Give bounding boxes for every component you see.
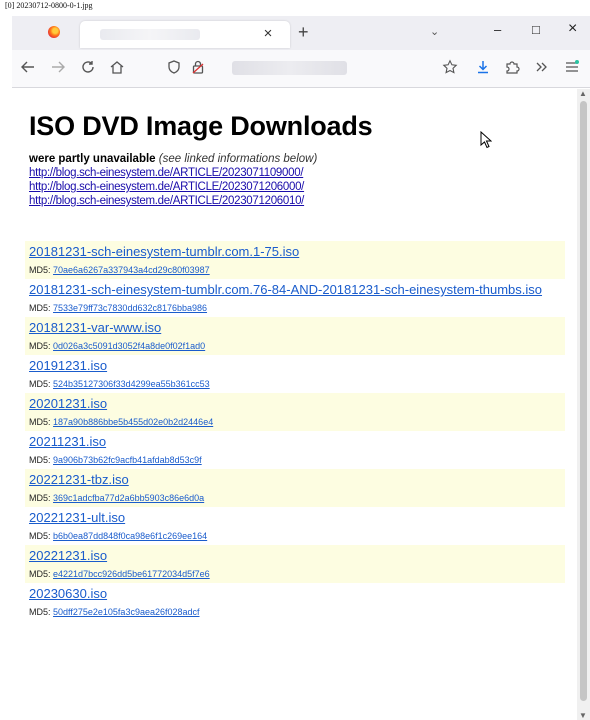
md5-hash-link[interactable]: 50dff275e2e105fa3c9aea26f028adcf xyxy=(53,607,199,617)
reload-icon[interactable] xyxy=(80,59,96,80)
availability-note: were partly unavailable (see linked info… xyxy=(29,153,317,165)
md5-hash-link[interactable]: e4221d7bcc926dd5be61772034d5f7e6 xyxy=(53,569,210,579)
scrollbar-thumb[interactable] xyxy=(580,101,587,701)
star-icon[interactable] xyxy=(442,59,458,80)
md5-label: MD5: xyxy=(29,265,51,275)
md5-row: MD5: 70ae6a6267a337943a4cd29c80f03987 xyxy=(25,262,565,279)
firefox-logo-icon xyxy=(48,26,60,38)
chevron-right-icon[interactable] xyxy=(534,59,550,80)
new-tab-button[interactable]: + xyxy=(298,22,309,43)
navigation-toolbar xyxy=(12,50,590,88)
md5-row: MD5: e4221d7bcc926dd5be61772034d5f7e6 xyxy=(25,566,565,583)
md5-label: MD5: xyxy=(29,569,51,579)
puzzle-icon[interactable] xyxy=(504,59,520,80)
md5-row: MD5: 187a90b886bbe5b455d02e0b2d2446e4 xyxy=(25,414,565,431)
browser-titlebar: × + ⌄ – □ × xyxy=(12,16,590,50)
iso-file-link[interactable]: 20230630.iso xyxy=(25,583,565,604)
md5-row: MD5: 369c1adcfba77d2a6bb5903c86e6d0a xyxy=(25,490,565,507)
vertical-scrollbar[interactable]: ▲ ▼ xyxy=(577,89,590,720)
page-title: ISO DVD Image Downloads xyxy=(29,111,373,141)
shield-icon[interactable] xyxy=(166,59,182,80)
tab-close-button[interactable]: × xyxy=(258,24,278,44)
note-italic-text: (see linked informations below) xyxy=(158,153,318,165)
scroll-down-arrow-icon[interactable]: ▼ xyxy=(579,711,587,720)
md5-hash-link[interactable]: 9a906b73b62fc9acfb41afdab8d53c9f xyxy=(53,455,202,465)
article-link[interactable]: http://blog.sch-einesystem.de/ARTICLE/20… xyxy=(29,181,304,193)
scroll-up-arrow-icon[interactable]: ▲ xyxy=(579,89,587,98)
md5-hash-link[interactable]: 524b35127306f33d4299ea55b361cc53 xyxy=(53,379,210,389)
mouse-pointer-icon xyxy=(480,130,493,154)
md5-label: MD5: xyxy=(29,493,51,503)
tab-title-redacted xyxy=(100,29,200,40)
md5-label: MD5: xyxy=(29,417,51,427)
md5-row: MD5: 50dff275e2e105fa3c9aea26f028adcf xyxy=(25,604,565,621)
md5-row: MD5: 9a906b73b62fc9acfb41afdab8d53c9f xyxy=(25,452,565,469)
iso-file-link[interactable]: 20211231.iso xyxy=(25,431,565,452)
iso-file-link[interactable]: 20221231.iso xyxy=(25,545,565,566)
iso-file-link[interactable]: 20181231-sch-einesystem-tumblr.com.1-75.… xyxy=(25,241,565,262)
download-icon[interactable] xyxy=(475,59,491,80)
note-bold-text: were partly unavailable xyxy=(29,153,156,165)
iso-file-link[interactable]: 20191231.iso xyxy=(25,355,565,376)
md5-label: MD5: xyxy=(29,607,51,617)
menu-icon[interactable] xyxy=(564,59,580,80)
article-link[interactable]: http://blog.sch-einesystem.de/ARTICLE/20… xyxy=(29,195,304,207)
article-link[interactable]: http://blog.sch-einesystem.de/ARTICLE/20… xyxy=(29,167,304,179)
md5-row: MD5: 0d026a3c5091d3052f4a8de0f02f1ad0 xyxy=(25,338,565,355)
image-filename-caption: [0] 20230712-0800-0-1.jpg xyxy=(5,1,93,10)
iso-file-link[interactable]: 20221231-ult.iso xyxy=(25,507,565,528)
md5-label: MD5: xyxy=(29,303,51,313)
iso-file-link[interactable]: 20181231-sch-einesystem-tumblr.com.76-84… xyxy=(25,279,565,300)
browser-tab-active[interactable]: × xyxy=(80,21,290,48)
md5-label: MD5: xyxy=(29,379,51,389)
iso-file-list: 20181231-sch-einesystem-tumblr.com.1-75.… xyxy=(25,241,565,621)
lock-icon[interactable] xyxy=(190,59,206,80)
url-redacted[interactable] xyxy=(232,61,347,75)
md5-hash-link[interactable]: 7533e79ff73c7830dd632c8176bba986 xyxy=(53,303,207,313)
md5-hash-link[interactable]: 369c1adcfba77d2a6bb5903c86e6d0a xyxy=(53,493,204,503)
page-content: ISO DVD Image Downloads were partly unav… xyxy=(12,89,577,720)
window-maximize-button[interactable]: □ xyxy=(532,22,540,37)
md5-row: MD5: 524b35127306f33d4299ea55b361cc53 xyxy=(25,376,565,393)
iso-file-link[interactable]: 20201231.iso xyxy=(25,393,565,414)
back-arrow-icon[interactable] xyxy=(20,59,36,80)
forward-arrow-icon[interactable] xyxy=(50,59,66,80)
md5-hash-link[interactable]: 0d026a3c5091d3052f4a8de0f02f1ad0 xyxy=(53,341,205,351)
home-icon[interactable] xyxy=(109,59,125,80)
md5-row: MD5: b6b0ea87dd848f0ca98e6f1c269ee164 xyxy=(25,528,565,545)
md5-label: MD5: xyxy=(29,531,51,541)
md5-hash-link[interactable]: b6b0ea87dd848f0ca98e6f1c269ee164 xyxy=(53,531,207,541)
md5-hash-link[interactable]: 187a90b886bbe5b455d02e0b2d2446e4 xyxy=(53,417,213,427)
iso-file-link[interactable]: 20221231-tbz.iso xyxy=(25,469,565,490)
iso-file-link[interactable]: 20181231-var-www.iso xyxy=(25,317,565,338)
md5-label: MD5: xyxy=(29,341,51,351)
tab-list-button[interactable]: ⌄ xyxy=(430,25,439,38)
md5-row: MD5: 7533e79ff73c7830dd632c8176bba986 xyxy=(25,300,565,317)
window-close-button[interactable]: × xyxy=(568,20,577,38)
window-minimize-button[interactable]: – xyxy=(494,22,501,37)
md5-hash-link[interactable]: 70ae6a6267a337943a4cd29c80f03987 xyxy=(53,265,210,275)
md5-label: MD5: xyxy=(29,455,51,465)
